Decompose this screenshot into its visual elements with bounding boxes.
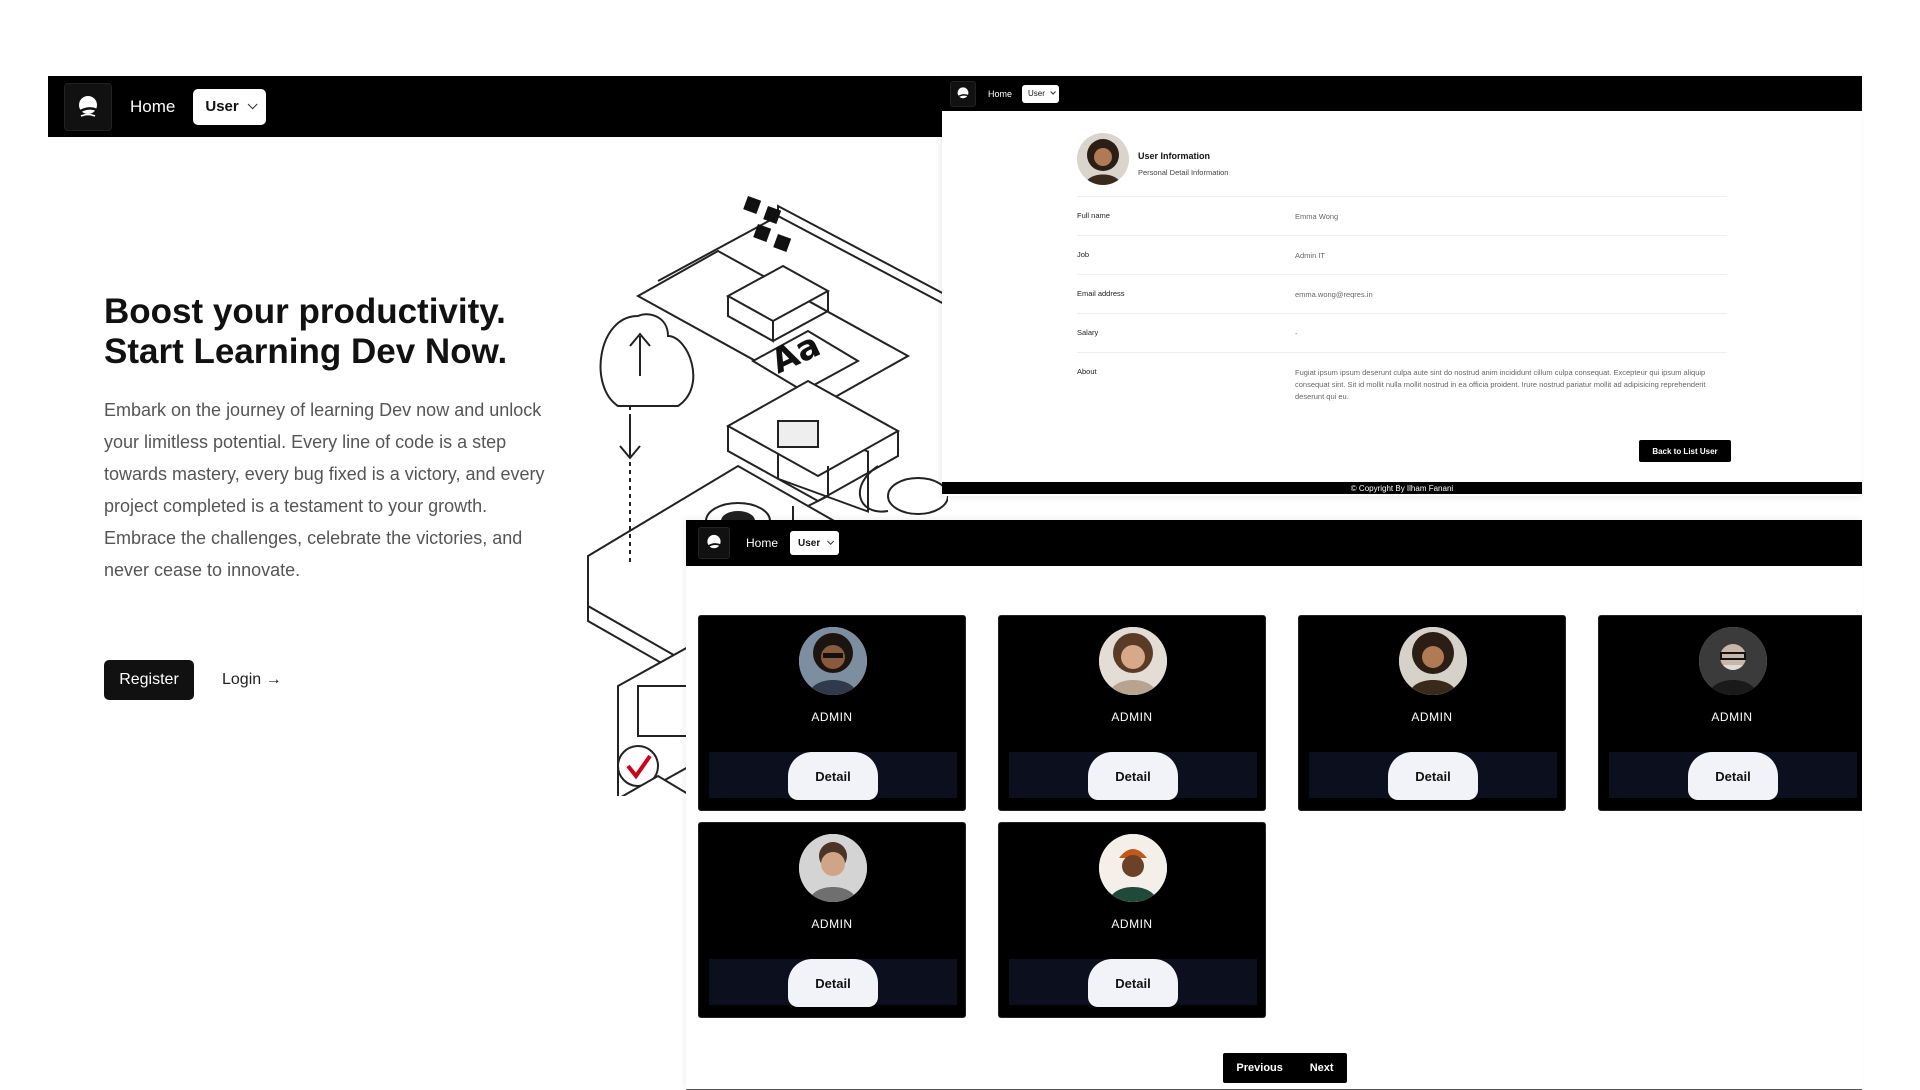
user-role: ADMIN: [1711, 710, 1753, 724]
avatar: [1099, 627, 1167, 695]
avatar: [1699, 627, 1767, 695]
app-logo-icon[interactable]: [698, 527, 730, 559]
hero-title-line2: Start Learning Dev Now.: [104, 332, 508, 371]
detail-fields: Full name Emma Wong Job Admin IT Email a…: [1077, 196, 1727, 420]
user-card: ADMIN Detail: [1598, 615, 1862, 811]
user-card: ADMIN Detail: [698, 615, 966, 811]
previous-button[interactable]: Previous: [1232, 1062, 1286, 1074]
landing-navbar: Home User: [48, 76, 948, 137]
chevron-down-icon: [1050, 88, 1056, 95]
detail-button[interactable]: Detail: [1088, 959, 1178, 1007]
user-card: ADMIN Detail: [1298, 615, 1566, 811]
avatar: [1399, 627, 1467, 695]
nav-home-link[interactable]: Home: [746, 536, 778, 550]
detail-button[interactable]: Detail: [1688, 752, 1778, 800]
register-button[interactable]: Register: [104, 660, 194, 700]
field-value: emma.wong@reqres.in: [1295, 290, 1373, 299]
field-label: About: [1077, 367, 1097, 376]
chevron-down-icon: [247, 99, 258, 110]
user-card: ADMIN Detail: [998, 822, 1266, 1018]
user-card: ADMIN Detail: [698, 822, 966, 1018]
user-list-screen: Home User ADMIN Detail ADMIN Detail ADMI…: [686, 520, 1862, 1090]
nav-user-dropdown[interactable]: User: [193, 88, 266, 125]
field-row: Salary -: [1077, 313, 1727, 352]
nav-user-dropdown[interactable]: User: [790, 531, 840, 555]
field-row: Email address emma.wong@reqres.in: [1077, 274, 1727, 313]
hero-description: Embark on the journey of learning Dev no…: [104, 400, 545, 580]
user-detail-screen: Home User User Information Personal Deta…: [942, 76, 1862, 496]
list-navbar: Home User: [686, 520, 1862, 566]
nav-home-link[interactable]: Home: [130, 97, 175, 117]
field-label: Salary: [1077, 328, 1099, 337]
user-role: ADMIN: [811, 710, 853, 724]
pagination: Previous Next: [1223, 1053, 1347, 1083]
detail-navbar: Home User: [942, 76, 1862, 111]
field-value: Admin IT: [1295, 251, 1326, 260]
footer-copyright: © Copyright By Ilham Fanani: [942, 482, 1862, 494]
user-role: ADMIN: [811, 917, 853, 931]
login-link[interactable]: Login →: [222, 660, 282, 700]
field-row: About Fugiat ipsum ipsum deserunt culpa …: [1077, 352, 1727, 420]
user-role: ADMIN: [1411, 710, 1453, 724]
user-card: ADMIN Detail: [998, 615, 1266, 811]
field-value: Emma Wong: [1295, 212, 1339, 221]
next-button[interactable]: Next: [1306, 1062, 1338, 1074]
field-value: Fugiat ipsum ipsum deserunt culpa aute s…: [1295, 368, 1706, 401]
nav-user-label: User: [798, 537, 821, 549]
field-label: Email address: [1077, 289, 1125, 298]
detail-button[interactable]: Detail: [788, 752, 878, 800]
back-to-list-button[interactable]: Back to List User: [1639, 440, 1731, 462]
detail-button[interactable]: Detail: [1088, 752, 1178, 800]
user-role: ADMIN: [1111, 710, 1153, 724]
nav-user-label: User: [1028, 89, 1045, 98]
app-logo-icon[interactable]: [950, 80, 976, 107]
user-role: ADMIN: [1111, 917, 1153, 931]
chevron-down-icon: [827, 537, 835, 545]
nav-user-dropdown[interactable]: User: [1022, 84, 1059, 103]
field-label: Full name: [1077, 211, 1110, 220]
nav-home-link[interactable]: Home: [988, 89, 1012, 99]
detail-title: User Information: [1138, 151, 1211, 161]
nav-user-label: User: [205, 98, 239, 115]
avatar: [1099, 834, 1167, 902]
field-row: Full name Emma Wong: [1077, 196, 1727, 235]
detail-button[interactable]: Detail: [1388, 752, 1478, 800]
avatar: [1077, 133, 1129, 185]
hero-title: Boost your productivity. Start Learning …: [104, 292, 564, 372]
detail-subtitle: Personal Detail Information: [1138, 168, 1229, 177]
field-value: -: [1295, 329, 1298, 338]
field-label: Job: [1077, 250, 1090, 259]
hero-title-line1: Boost your productivity.: [104, 292, 506, 331]
avatar: [799, 627, 867, 695]
app-logo-icon[interactable]: [64, 82, 112, 131]
detail-button[interactable]: Detail: [788, 959, 878, 1007]
field-row: Job Admin IT: [1077, 235, 1727, 274]
avatar: [799, 834, 867, 902]
